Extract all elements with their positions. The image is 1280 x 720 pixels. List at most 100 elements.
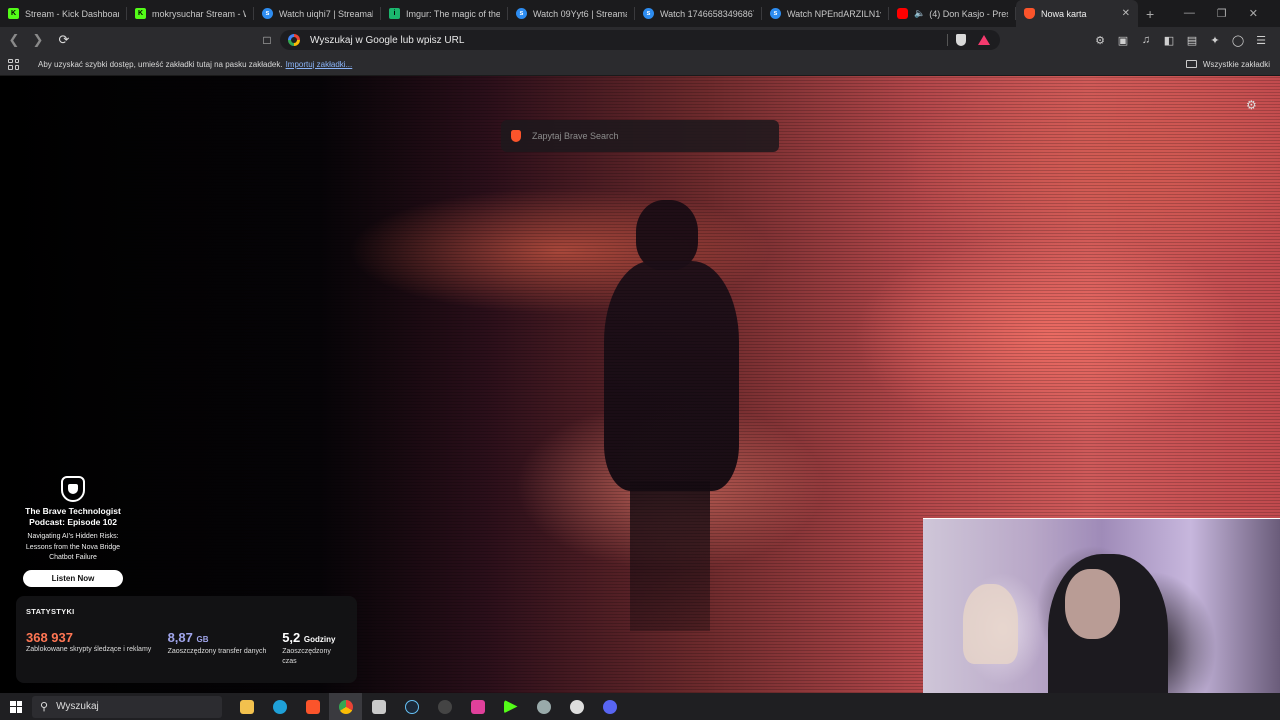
stat-label: Zaoszczędzony transfer danych	[167, 648, 267, 655]
vpn-icon[interactable]: ◯	[1231, 34, 1245, 47]
sidebar-icon[interactable]: ◧	[1162, 34, 1176, 47]
tab-streamable-2[interactable]: s Watch 09Yyt6 | Streamable	[508, 0, 635, 27]
streamable-icon: s	[643, 8, 654, 19]
tab-label: Imgur: The magic of the In	[406, 8, 500, 19]
chrome-icon[interactable]	[329, 693, 362, 720]
tab-strip: K Stream - Kick Dashboard Kmokrysuchar St…	[0, 0, 1280, 27]
minimize-icon[interactable]: —	[1184, 7, 1195, 20]
streamable-icon: s	[516, 8, 527, 19]
brave-shields-icon[interactable]	[956, 34, 966, 46]
tab-label: Watch 1746658349686738	[660, 8, 754, 19]
tab-label: Stream - Kick Dashboard	[25, 8, 119, 19]
stat-unit: Godziny	[303, 635, 336, 644]
app-icon[interactable]	[461, 693, 494, 720]
tab-new-tab[interactable]: Nowa karta ✕	[1016, 0, 1138, 27]
brave-browser-icon[interactable]	[296, 693, 329, 720]
search-icon: ⚲	[40, 701, 49, 713]
stat-trackers: 368 937 Zablokowane skrypty śledzące i r…	[26, 630, 168, 667]
all-bookmarks-label: Wszystkie zakładki	[1202, 59, 1270, 69]
window-controls: — ❐ ✕	[1184, 7, 1280, 20]
folder-icon	[1185, 60, 1197, 68]
apps-grid-icon[interactable]	[8, 58, 19, 70]
stat-label: Zablokowane skrypty śledzące i reklamy	[26, 646, 152, 653]
listen-now-button[interactable]: Listen Now	[23, 569, 123, 587]
close-tab-icon[interactable]: ✕	[1122, 8, 1130, 19]
gear-icon[interactable]: ⚙	[1246, 98, 1257, 112]
stats-title: STATYSTYKI	[26, 607, 75, 616]
address-bar-text[interactable]: Wyszukaj w Google lub wpisz URL	[310, 35, 939, 46]
bookmarks-bar: Aby uzyskać szybki dostęp, umieść zakład…	[0, 53, 1280, 76]
stat-value: 5,2	[282, 630, 301, 645]
brave-logo-icon	[61, 476, 85, 502]
google-icon	[288, 34, 300, 46]
steam-icon[interactable]	[395, 693, 428, 720]
promo-title: The Brave Technologist Podcast: Episode …	[25, 506, 121, 527]
tab-kick-stream[interactable]: Kmokrysuchar Stream - Wat	[127, 0, 254, 27]
stat-value: 368 937	[26, 630, 73, 645]
close-window-icon[interactable]: ✕	[1249, 7, 1258, 20]
app-icon[interactable]	[560, 693, 593, 720]
stat-time: 5,2 Godziny Zaoszczędzony czas	[282, 630, 347, 667]
stat-bandwidth: 8,87 GB Zaoszczędzony transfer danych	[168, 630, 283, 667]
file-explorer-icon[interactable]	[230, 693, 263, 720]
bookmarks-hint: Aby uzyskać szybki dostęp, umieść zakład…	[38, 59, 283, 69]
brave-rewards-icon[interactable]	[978, 35, 990, 45]
app-icon[interactable]	[494, 693, 527, 720]
import-bookmarks-link[interactable]: Importuj zakładki...	[286, 60, 353, 69]
kick-icon: K	[135, 8, 146, 19]
stat-value: 8,87	[167, 630, 193, 645]
tab-streamable-1[interactable]: s Watch uiqhi7 | Streamable	[254, 0, 381, 27]
app-icon[interactable]	[428, 693, 461, 720]
kick-icon: K	[8, 8, 19, 19]
tab-youtube[interactable]: 🔈 (4) Don Kasjo - Presja	[889, 0, 1016, 27]
streamable-icon: s	[262, 8, 273, 19]
streamable-icon: s	[770, 8, 781, 19]
webcam-overlay	[923, 518, 1280, 720]
stats-row: 368 937 Zablokowane skrypty śledzące i r…	[26, 630, 347, 667]
screenshot-icon[interactable]: ▣	[1116, 34, 1130, 47]
search-placeholder[interactable]: Zapytaj Brave Search	[532, 131, 619, 141]
brave-search-box[interactable]: Zapytaj Brave Search	[501, 120, 779, 152]
tab-label: Nowa karta	[1041, 8, 1087, 19]
media-icon[interactable]: ♫	[1139, 34, 1153, 46]
reload-icon[interactable]: ⟳	[54, 32, 74, 48]
sponsored-card: The Brave Technologist Podcast: Episode …	[18, 476, 128, 587]
taskbar-apps	[230, 693, 626, 720]
new-tab-button[interactable]: +	[1146, 6, 1154, 22]
restore-icon[interactable]: ❐	[1217, 7, 1227, 20]
stat-label: Zaoszczędzony czas	[282, 648, 331, 665]
windows-start-icon[interactable]	[10, 700, 22, 713]
address-bar[interactable]: Wyszukaj w Google lub wpisz URL	[280, 30, 1000, 50]
promo-subtitle: Navigating AI's Hidden Risks: Lessons fr…	[25, 533, 121, 561]
all-bookmarks-button[interactable]: Wszystkie zakładki	[1185, 59, 1280, 69]
tab-label: Watch NPEndARZILN1vnc	[787, 8, 881, 19]
tab-streamable-3[interactable]: s Watch 1746658349686738	[635, 0, 762, 27]
extensions-icon[interactable]: ⚙	[1093, 34, 1107, 47]
forward-icon[interactable]: ❯	[28, 32, 48, 48]
wallet-icon[interactable]: ▤	[1185, 34, 1199, 47]
tab-label: Watch 09Yyt6 | Streamable	[533, 8, 627, 19]
webcam-face	[1065, 569, 1120, 639]
browser-toolbar: ❮ ❯ ⟳ □ Wyszukaj w Google lub wpisz URL …	[0, 27, 1280, 53]
bookmark-icon[interactable]: □	[260, 33, 274, 47]
app-icon[interactable]	[527, 693, 560, 720]
toolbar-right-tools: ⚙ ▣ ♫ ◧ ▤ ✦ ◯ ☰	[1093, 34, 1280, 47]
tab-label: mokrysuchar Stream - Wat	[152, 8, 246, 19]
back-icon[interactable]: ❮	[4, 32, 24, 48]
tab-label: (4) Don Kasjo - Presja	[929, 8, 1008, 19]
taskbar-search[interactable]: ⚲ Wyszukaj	[32, 695, 222, 718]
stat-unit: GB	[196, 635, 209, 644]
app-icon[interactable]	[362, 693, 395, 720]
tab-imgur[interactable]: i Imgur: The magic of the In	[381, 0, 508, 27]
tab-streamable-4[interactable]: s Watch NPEndARZILN1vnc	[762, 0, 889, 27]
tab-kick-dashboard[interactable]: K Stream - Kick Dashboard	[0, 0, 127, 27]
windows-taskbar: ⚲ Wyszukaj	[0, 693, 1280, 720]
leo-ai-icon[interactable]: ✦	[1208, 34, 1222, 47]
stats-widget: STATYSTYKI 368 937 Zablokowane skrypty ś…	[16, 596, 357, 683]
menu-icon[interactable]: ☰	[1254, 34, 1268, 47]
taskbar-search-label: Wyszukaj	[56, 701, 99, 712]
edge-icon[interactable]	[263, 693, 296, 720]
discord-icon[interactable]	[593, 693, 626, 720]
imgur-icon: i	[389, 8, 400, 19]
speaker-icon[interactable]: 🔈	[914, 8, 925, 19]
